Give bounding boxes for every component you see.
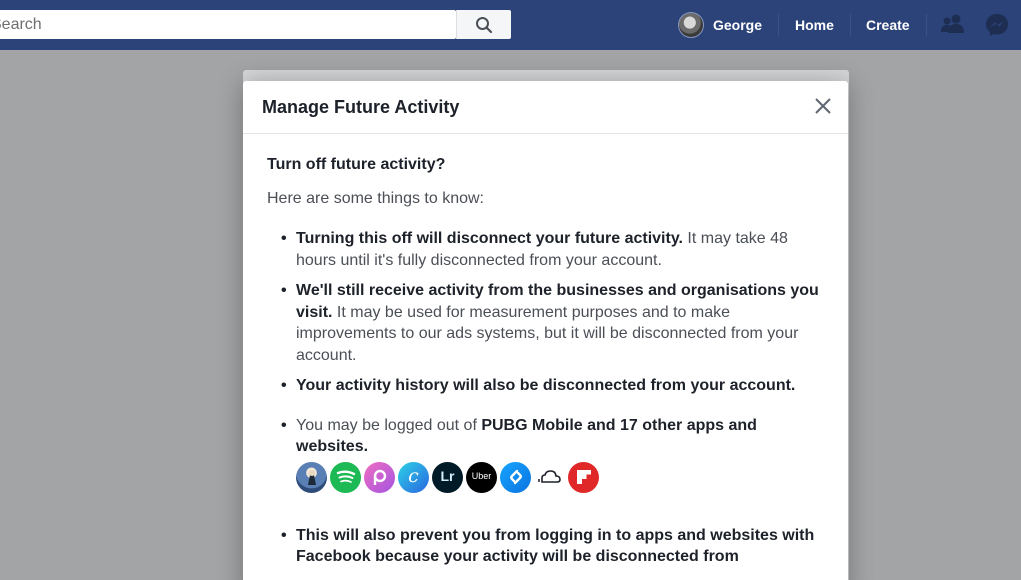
manage-future-activity-dialog: Manage Future Activity Turn off future a… bbox=[243, 81, 848, 580]
profile-name: George bbox=[713, 17, 763, 33]
search-button[interactable] bbox=[456, 10, 511, 39]
dialog-body: Turn off future activity? Here are some … bbox=[243, 134, 848, 568]
avatar bbox=[678, 12, 704, 38]
shazam-icon bbox=[500, 461, 531, 493]
messenger-icon[interactable] bbox=[984, 12, 1010, 38]
list-item: This will also prevent you from logging … bbox=[281, 525, 820, 568]
close-icon[interactable] bbox=[812, 95, 834, 117]
picsart-icon bbox=[364, 461, 395, 493]
soundcloud-icon bbox=[534, 461, 565, 493]
dialog-question: Turn off future activity? bbox=[267, 156, 446, 173]
lightroom-icon: Lr bbox=[432, 461, 463, 493]
info-list: Turning this off will disconnect your fu… bbox=[267, 228, 824, 568]
point-bold-text: Turning this off will disconnect your fu… bbox=[296, 230, 683, 247]
nav-divider bbox=[926, 14, 927, 36]
search-icon bbox=[476, 16, 493, 33]
friend-requests-icon[interactable] bbox=[940, 13, 966, 35]
create-link[interactable]: Create bbox=[866, 17, 910, 33]
nav-divider bbox=[778, 14, 779, 36]
canva-icon: c bbox=[398, 461, 429, 493]
list-item: Your activity history will also be disco… bbox=[281, 375, 820, 397]
connected-apps-row: c Lr Uber bbox=[296, 461, 820, 493]
flipboard-icon bbox=[568, 461, 599, 493]
uber-icon: Uber bbox=[466, 461, 497, 493]
dialog-header: Manage Future Activity bbox=[243, 81, 848, 134]
search-box[interactable] bbox=[0, 10, 456, 39]
point-bold-text: Your activity history will also be disco… bbox=[296, 377, 796, 394]
logout-text: You may be logged out of bbox=[296, 416, 482, 434]
list-item-logout: You may be logged out of PUBG Mobile and… bbox=[281, 415, 820, 493]
dialog-title: Manage Future Activity bbox=[262, 97, 460, 117]
top-navigation-bar: George Home Create bbox=[0, 0, 1021, 50]
list-item: Turning this off will disconnect your fu… bbox=[281, 228, 820, 271]
point-bold-text: This will also prevent you from logging … bbox=[296, 526, 815, 566]
point-text: It may be used for measurement purposes … bbox=[296, 303, 799, 364]
profile-link[interactable]: George bbox=[678, 12, 762, 38]
list-item: We'll still receive activity from the bu… bbox=[281, 280, 820, 366]
pubg-mobile-icon bbox=[296, 461, 327, 493]
dialog-intro: Here are some things to know: bbox=[267, 190, 484, 207]
nav-divider bbox=[850, 14, 851, 36]
search-input[interactable] bbox=[0, 10, 456, 39]
spotify-icon bbox=[330, 461, 361, 493]
home-link[interactable]: Home bbox=[795, 17, 834, 33]
